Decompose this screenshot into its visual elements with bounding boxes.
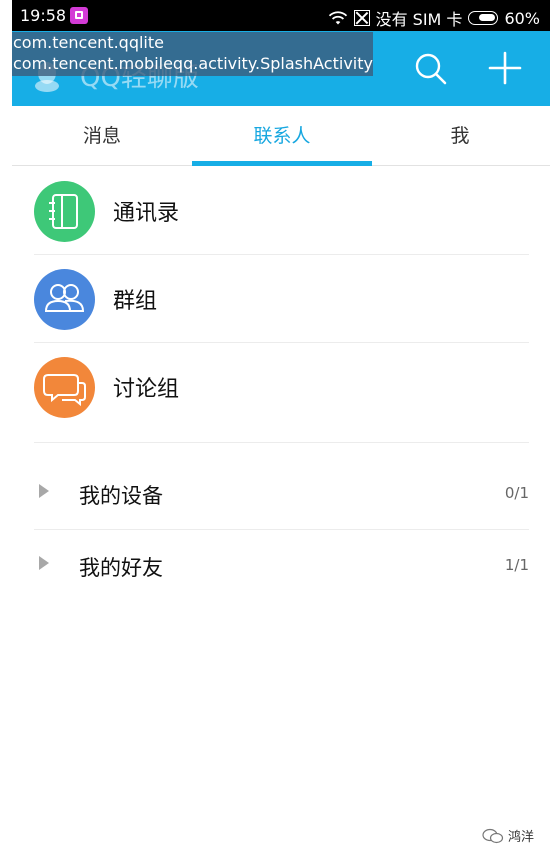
contact-item-label: 通讯录	[113, 201, 180, 226]
group-count: 0/1	[504, 484, 529, 502]
plus-icon[interactable]	[488, 51, 522, 85]
carrier-text: 没有 SIM 卡	[375, 10, 463, 29]
chat-bubbles-icon	[34, 357, 95, 418]
watermark-text: 鸿洋	[507, 830, 534, 845]
tab-bar: 消息 联系人 我	[12, 106, 550, 166]
tab-messages[interactable]: 消息	[12, 106, 192, 165]
contact-item-groups[interactable]: 群组	[34, 255, 529, 342]
group-count: 1/1	[504, 556, 529, 574]
expand-arrow-icon	[39, 556, 49, 570]
group-label: 我的设备	[79, 484, 163, 508]
group-row-my-devices[interactable]: 我的设备 0/1	[34, 458, 529, 530]
watermark: 鸿洋	[482, 826, 534, 845]
divider	[34, 442, 529, 443]
no-sim-icon	[353, 10, 370, 26]
contact-item-label: 群组	[113, 289, 158, 314]
contact-item-address-book[interactable]: 通讯录	[34, 167, 529, 254]
debug-package-name: com.tencent.qqlite	[13, 33, 164, 52]
app-notification-icon	[70, 7, 88, 24]
group-label: 我的好友	[79, 556, 163, 580]
wechat-icon	[482, 828, 504, 843]
group-row-my-friends[interactable]: 我的好友 1/1	[34, 530, 529, 602]
battery-icon	[468, 11, 499, 25]
battery-percent: 60%	[504, 8, 540, 28]
status-right-group: 没有 SIM 卡 60%	[328, 6, 540, 30]
active-tab-indicator	[192, 161, 372, 166]
wifi-icon	[328, 11, 347, 25]
tab-contacts[interactable]: 联系人	[192, 106, 372, 165]
app-screen: 19:58 没有 SIM 卡 60% QQ轻聊版 com.tencent.qql…	[0, 0, 550, 860]
debug-activity-name: com.tencent.mobileqq.activity.SplashActi…	[13, 54, 373, 73]
status-bar: 19:58 没有 SIM 卡 60%	[12, 0, 550, 31]
address-book-icon	[34, 181, 95, 242]
expand-arrow-icon	[39, 484, 49, 498]
activity-debug-overlay: com.tencent.qqlite com.tencent.mobileqq.…	[12, 32, 373, 76]
status-time: 19:58	[20, 6, 67, 25]
search-icon[interactable]	[413, 51, 449, 87]
contact-item-label: 讨论组	[113, 377, 180, 402]
contact-item-discussions[interactable]: 讨论组	[34, 343, 529, 430]
tab-me[interactable]: 我	[370, 106, 550, 165]
group-icon	[34, 269, 95, 330]
